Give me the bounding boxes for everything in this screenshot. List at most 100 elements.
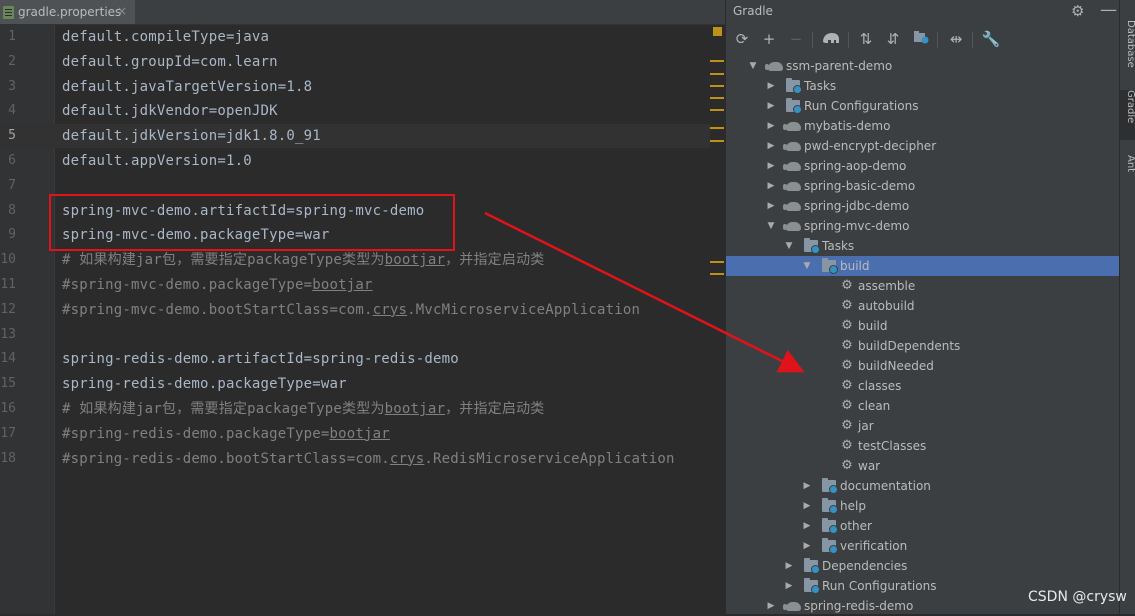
code-line[interactable]: 18 #spring-redis-demo.bootStartClass=com.… bbox=[0, 447, 710, 471]
tree-item[interactable]: ▶ Run Configurations bbox=[726, 96, 1120, 116]
tree-item[interactable]: ▶ mybatis-demo bbox=[726, 116, 1120, 136]
tree-item[interactable]: ▶ pwd-encrypt-decipher bbox=[726, 136, 1120, 156]
code-line[interactable]: 2 default.groupId=com.learn bbox=[0, 50, 710, 74]
tree-item-label: Dependencies bbox=[822, 559, 908, 573]
tree-item[interactable]: ▶ verification bbox=[726, 536, 1120, 556]
chevron-down-icon[interactable]: ▼ bbox=[784, 236, 794, 256]
gradle-module-icon bbox=[783, 602, 801, 611]
error-stripe[interactable] bbox=[710, 25, 725, 614]
chevron-down-icon[interactable]: ▼ bbox=[802, 256, 812, 276]
code-text: default.appVersion=1.0 bbox=[62, 153, 252, 169]
gradle-module-icon bbox=[765, 62, 783, 71]
tree-item[interactable]: ▼ ssm-parent-demo bbox=[726, 56, 1120, 76]
code-line[interactable]: 12 #spring-mvc-demo.bootStartClass=com.cr… bbox=[0, 298, 710, 322]
chevron-right-icon[interactable]: ▶ bbox=[766, 116, 776, 136]
warning-marker[interactable] bbox=[710, 261, 724, 263]
chevron-right-icon[interactable]: ▶ bbox=[766, 596, 776, 616]
tree-item[interactable]: ▶ spring-aop-demo bbox=[726, 156, 1120, 176]
task-folder-icon bbox=[822, 498, 838, 514]
warning-indicator-icon[interactable] bbox=[713, 27, 722, 36]
code-line[interactable]: 6 default.appVersion=1.0 bbox=[0, 149, 710, 173]
code-line[interactable]: 14 spring-redis-demo.artifactId=spring-re… bbox=[0, 347, 710, 371]
expand-all-icon[interactable]: ⇅ bbox=[856, 28, 876, 50]
chevron-right-icon[interactable]: ▶ bbox=[802, 496, 812, 516]
warning-marker[interactable] bbox=[710, 97, 724, 99]
tree-item[interactable]: ⚙ assemble bbox=[726, 276, 1120, 296]
tree-item[interactable]: ▼ spring-mvc-demo bbox=[726, 216, 1120, 236]
remove-icon[interactable]: − bbox=[786, 28, 806, 50]
tree-item[interactable]: ⚙ war bbox=[726, 456, 1120, 476]
tree-item[interactable]: ⚙ buildNeeded bbox=[726, 356, 1120, 376]
tree-item-label: spring-aop-demo bbox=[804, 159, 907, 173]
gradle-tool-button[interactable]: Gradle bbox=[1120, 90, 1135, 140]
tree-item[interactable]: ⚙ build bbox=[726, 316, 1120, 336]
code-line[interactable]: 4 default.jdkVendor=openJDK bbox=[0, 99, 710, 123]
line-number: 9 bbox=[8, 227, 16, 243]
tree-item[interactable]: ⚙ buildDependents bbox=[726, 336, 1120, 356]
tree-item[interactable]: ⚙ jar bbox=[726, 416, 1120, 436]
code-line[interactable]: 5 default.jdkVersion=jdk1.8.0_91 bbox=[0, 124, 710, 149]
tree-item[interactable]: ▶ spring-jdbc-demo bbox=[726, 196, 1120, 216]
chevron-right-icon[interactable]: ▶ bbox=[766, 176, 776, 196]
properties-file-icon bbox=[3, 5, 14, 19]
warning-marker[interactable] bbox=[710, 85, 724, 87]
tree-item-label: Run Configurations bbox=[822, 579, 937, 593]
chevron-right-icon[interactable]: ▶ bbox=[766, 156, 776, 176]
code-line[interactable]: 11 #spring-mvc-demo.packageType=bootjar bbox=[0, 273, 710, 297]
chevron-right-icon[interactable]: ▶ bbox=[766, 196, 776, 216]
chevron-right-icon[interactable]: ▶ bbox=[802, 536, 812, 556]
ant-tool-button[interactable]: Ant bbox=[1120, 155, 1135, 190]
code-line[interactable]: 16 # 如果构建jar包，需要指定packageType类型为bootjar，并… bbox=[0, 397, 710, 421]
tree-item[interactable]: ▶ documentation bbox=[726, 476, 1120, 496]
chevron-right-icon[interactable]: ▶ bbox=[784, 556, 794, 576]
refresh-icon[interactable]: ⟳ bbox=[732, 28, 752, 50]
warning-marker[interactable] bbox=[710, 60, 724, 62]
chevron-down-icon[interactable]: ▼ bbox=[748, 56, 758, 76]
chevron-right-icon[interactable]: ▶ bbox=[766, 136, 776, 156]
execute-task-icon[interactable] bbox=[821, 28, 841, 50]
chevron-down-icon[interactable]: ▼ bbox=[766, 216, 776, 236]
tree-item[interactable]: ⚙ clean bbox=[726, 396, 1120, 416]
code-line[interactable]: 15 spring-redis-demo.packageType=war bbox=[0, 372, 710, 396]
toggle-offline-icon[interactable]: ⇹ bbox=[946, 28, 966, 50]
code-line[interactable]: 17 #spring-redis-demo.packageType=bootjar bbox=[0, 422, 710, 446]
tree-item[interactable]: ▶ Tasks bbox=[726, 76, 1120, 96]
warning-marker[interactable] bbox=[710, 127, 724, 129]
warning-marker[interactable] bbox=[710, 273, 724, 275]
tree-item[interactable]: ⚙ autobuild bbox=[726, 296, 1120, 316]
tree-item[interactable]: ▶ help bbox=[726, 496, 1120, 516]
tree-item[interactable]: ▶ other bbox=[726, 516, 1120, 536]
warning-marker[interactable] bbox=[710, 140, 724, 142]
tab-gradle-properties[interactable]: gradle.properties × bbox=[0, 0, 135, 24]
chevron-right-icon[interactable]: ▶ bbox=[766, 96, 776, 116]
gradle-module-icon bbox=[783, 222, 801, 231]
tree-item[interactable]: ▶ Dependencies bbox=[726, 556, 1120, 576]
gradle-module-icon bbox=[783, 182, 801, 191]
tree-item[interactable]: ⚙ testClasses bbox=[726, 436, 1120, 456]
add-icon[interactable]: + bbox=[759, 28, 779, 50]
gear-icon[interactable]: ⚙ bbox=[1071, 2, 1084, 20]
tree-item-label: spring-mvc-demo bbox=[804, 219, 910, 233]
minimize-icon[interactable]: — bbox=[1100, 0, 1117, 20]
database-tool-button[interactable]: Database bbox=[1120, 20, 1135, 70]
tree-item[interactable]: ⚙ classes bbox=[726, 376, 1120, 396]
warning-marker[interactable] bbox=[710, 109, 724, 111]
gear-icon: ⚙ bbox=[841, 338, 853, 353]
settings-wrench-icon[interactable]: 🔧 bbox=[981, 28, 1001, 50]
tree-item[interactable]: ▼ build bbox=[726, 256, 1120, 276]
code-line[interactable]: 3 default.javaTargetVersion=1.8 bbox=[0, 75, 710, 99]
tree-item[interactable]: ▶ spring-basic-demo bbox=[726, 176, 1120, 196]
collapse-all-icon[interactable]: ⇵ bbox=[883, 28, 903, 50]
chevron-right-icon[interactable]: ▶ bbox=[802, 476, 812, 496]
close-icon[interactable]: × bbox=[117, 4, 127, 18]
warning-marker[interactable] bbox=[710, 73, 724, 75]
chevron-right-icon[interactable]: ▶ bbox=[784, 576, 794, 596]
code-line[interactable]: 10 # 如果构建jar包，需要指定packageType类型为bootjar，并… bbox=[0, 248, 710, 272]
chevron-right-icon[interactable]: ▶ bbox=[766, 76, 776, 96]
tree-item-label: build bbox=[858, 319, 888, 333]
group-modules-icon[interactable] bbox=[911, 28, 931, 50]
chevron-right-icon[interactable]: ▶ bbox=[802, 516, 812, 536]
code-line[interactable]: 1 default.compileType=java bbox=[0, 25, 710, 49]
tree-item[interactable]: ▼ Tasks bbox=[726, 236, 1120, 256]
code-line[interactable]: 13 bbox=[0, 323, 710, 347]
